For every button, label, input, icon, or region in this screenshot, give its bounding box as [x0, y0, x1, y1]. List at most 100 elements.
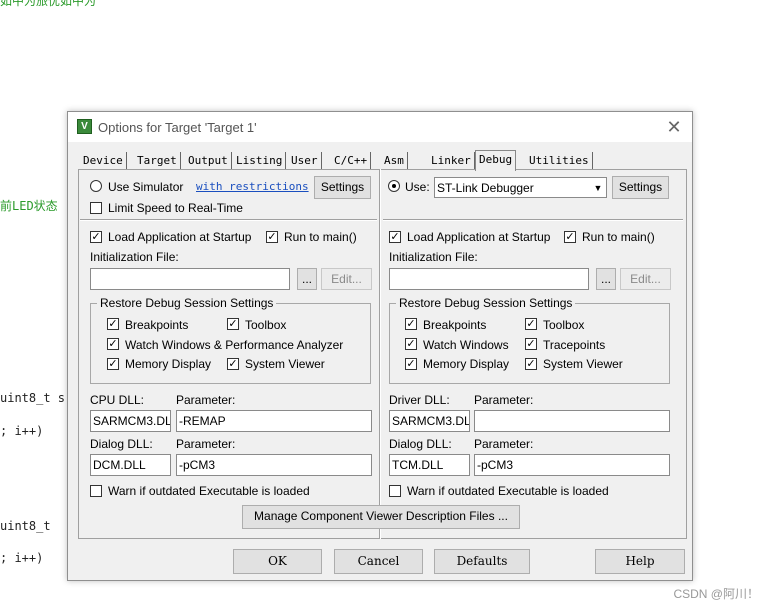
left-edit-button[interactable]: Edit...	[321, 268, 372, 290]
use-debugger-radio[interactable]	[388, 180, 400, 192]
left-toolbox-checkbox[interactable]: ✓	[227, 318, 239, 330]
left-run-to-main-label: Run to main()	[284, 230, 357, 244]
bg-code-line: ; i++)	[0, 424, 44, 438]
left-watch-windows-label: Watch Windows & Performance Analyzer	[125, 338, 344, 352]
help-button[interactable]: Help	[595, 549, 685, 574]
right-load-app-label: Load Application at Startup	[407, 230, 551, 244]
right-breakpoints-label: Breakpoints	[423, 318, 487, 332]
cancel-button[interactable]: Cancel	[334, 549, 423, 574]
defaults-button[interactable]: Defaults	[434, 549, 530, 574]
bg-code-line: ; i++)	[0, 551, 44, 565]
tab-listing[interactable]: Listing	[233, 152, 287, 170]
right-init-file-input[interactable]	[389, 268, 589, 290]
tab-device[interactable]: Device	[80, 152, 127, 170]
left-dialog-param-input[interactable]: -pCM3	[176, 454, 372, 476]
right-system-viewer-checkbox[interactable]: ✓	[525, 358, 537, 370]
tab-output[interactable]: Output	[185, 152, 232, 170]
chevron-down-icon[interactable]: ▼	[592, 181, 604, 195]
tab-strip: Device Target Output Listing User C/C++ …	[78, 150, 684, 171]
debugger-select[interactable]: ST-Link Debugger ▼	[434, 177, 607, 198]
cpu-dll-param-label: Parameter:	[176, 393, 236, 407]
right-browse-button[interactable]: ...	[596, 268, 616, 290]
bg-code-line: 前LED状态	[0, 199, 58, 213]
limit-speed-checkbox[interactable]	[90, 202, 102, 214]
cpu-dll-label: CPU DLL:	[90, 393, 145, 407]
right-breakpoints-checkbox[interactable]: ✓	[405, 318, 417, 330]
left-system-viewer-label: System Viewer	[245, 357, 325, 371]
left-browse-button[interactable]: ...	[297, 268, 317, 290]
left-load-app-checkbox[interactable]: ✓	[90, 231, 102, 243]
manage-component-viewer-button[interactable]: Manage Component Viewer Description File…	[242, 505, 520, 529]
left-memory-display-checkbox[interactable]: ✓	[107, 358, 119, 370]
right-dialog-dll-label: Dialog DLL:	[389, 437, 452, 451]
driver-dll-input[interactable]: SARMCM3.DLL	[389, 410, 470, 432]
right-separator	[383, 219, 683, 221]
left-system-viewer-checkbox[interactable]: ✓	[227, 358, 239, 370]
left-memory-display-label: Memory Display	[125, 357, 212, 371]
right-load-app-checkbox[interactable]: ✓	[389, 231, 401, 243]
tab-user[interactable]: User	[288, 152, 322, 170]
use-simulator-radio[interactable]	[90, 180, 102, 192]
right-memory-display-checkbox[interactable]: ✓	[405, 358, 417, 370]
use-label: Use:	[405, 180, 430, 194]
bg-code-line: uint8_t s	[0, 391, 66, 405]
right-tracepoints-label: Tracepoints	[543, 338, 606, 352]
tab-linker[interactable]: Linker	[428, 152, 475, 170]
tab-c-cpp[interactable]: C/C++	[331, 152, 372, 170]
right-init-file-label: Initialization File:	[389, 250, 478, 264]
right-memory-display-label: Memory Display	[423, 357, 510, 371]
right-tracepoints-checkbox[interactable]: ✓	[525, 338, 537, 350]
right-restore-title: Restore Debug Session Settings	[396, 296, 576, 310]
use-simulator-label: Use Simulator	[108, 180, 184, 194]
left-run-to-main-checkbox[interactable]: ✓	[266, 231, 278, 243]
simulator-settings-button[interactable]: Settings	[314, 176, 371, 199]
left-dialog-param-label: Parameter:	[176, 437, 236, 451]
right-warn-outdated-label: Warn if outdated Executable is loaded	[407, 484, 609, 498]
panel-divider	[379, 169, 381, 539]
right-warn-outdated-checkbox[interactable]	[389, 485, 401, 497]
tab-debug[interactable]: Debug	[475, 150, 517, 171]
options-dialog: V Options for Target 'Target 1' ✕ Device…	[67, 111, 693, 581]
right-watch-windows-checkbox[interactable]: ✓	[405, 338, 417, 350]
left-init-file-input[interactable]	[90, 268, 290, 290]
left-watch-windows-checkbox[interactable]: ✓	[107, 338, 119, 350]
right-system-viewer-label: System Viewer	[543, 357, 623, 371]
tab-target[interactable]: Target	[134, 152, 181, 170]
ok-button[interactable]: OK	[233, 549, 322, 574]
cpu-dll-param-input[interactable]: -REMAP	[176, 410, 372, 432]
bg-code-line: uint8_t	[0, 519, 51, 533]
debugger-settings-button[interactable]: Settings	[612, 176, 669, 199]
title-bar[interactable]: V Options for Target 'Target 1' ✕	[68, 112, 692, 142]
driver-dll-param-input[interactable]	[474, 410, 670, 432]
tab-asm[interactable]: Asm	[381, 152, 408, 170]
debugger-select-value: ST-Link Debugger	[437, 181, 534, 195]
left-breakpoints-label: Breakpoints	[125, 318, 189, 332]
left-init-file-label: Initialization File:	[90, 250, 179, 264]
limit-speed-label: Limit Speed to Real-Time	[108, 201, 243, 215]
left-breakpoints-checkbox[interactable]: ✓	[107, 318, 119, 330]
right-dialog-param-input[interactable]: -pCM3	[474, 454, 670, 476]
right-toolbox-label: Toolbox	[543, 318, 585, 332]
left-load-app-label: Load Application at Startup	[108, 230, 252, 244]
left-restore-title: Restore Debug Session Settings	[97, 296, 277, 310]
left-dialog-dll-label: Dialog DLL:	[90, 437, 153, 451]
right-run-to-main-checkbox[interactable]: ✓	[564, 231, 576, 243]
watermark: CSDN @阿川！	[673, 587, 759, 601]
right-edit-button[interactable]: Edit...	[620, 268, 671, 290]
left-warn-outdated-label: Warn if outdated Executable is loaded	[108, 484, 310, 498]
right-toolbox-checkbox[interactable]: ✓	[525, 318, 537, 330]
bg-code-line: 如中为旅优如中为	[0, 0, 97, 8]
restrictions-link[interactable]: with restrictions	[196, 180, 309, 193]
left-warn-outdated-checkbox[interactable]	[90, 485, 102, 497]
close-icon[interactable]: ✕	[663, 116, 685, 138]
right-run-to-main-label: Run to main()	[582, 230, 655, 244]
left-separator	[80, 219, 377, 221]
driver-dll-param-label: Parameter:	[474, 393, 534, 407]
left-dialog-dll-input[interactable]: DCM.DLL	[90, 454, 171, 476]
driver-dll-label: Driver DLL:	[389, 393, 450, 407]
right-watch-windows-label: Watch Windows	[423, 338, 509, 352]
keil-app-icon: V	[77, 119, 92, 134]
right-dialog-dll-input[interactable]: TCM.DLL	[389, 454, 470, 476]
cpu-dll-input[interactable]: SARMCM3.DLL	[90, 410, 171, 432]
tab-utilities[interactable]: Utilities	[526, 152, 593, 170]
